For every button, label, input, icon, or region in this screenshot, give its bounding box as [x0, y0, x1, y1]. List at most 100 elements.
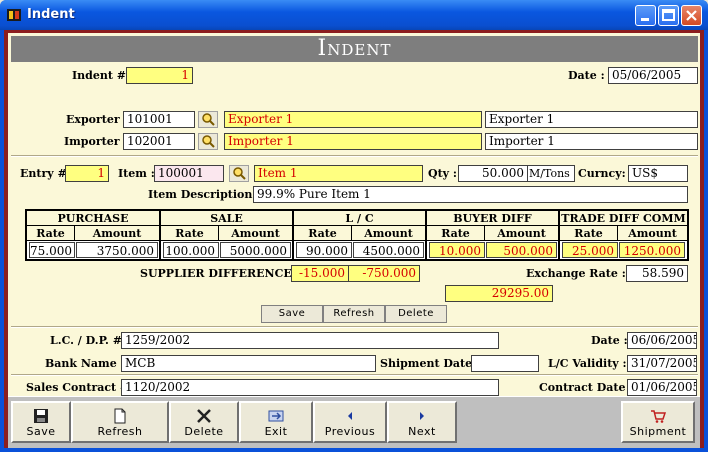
app-icon [7, 9, 21, 21]
sale-amount-header: Amount [219, 226, 292, 241]
supplier-rate-field: -15.000 [291, 265, 349, 282]
next-button[interactable]: Next [387, 401, 457, 443]
buyer-rate-field[interactable]: 10.000 [429, 242, 485, 258]
trade-rate-header: Rate [560, 226, 618, 241]
maximize-button[interactable] [658, 5, 679, 26]
trade-rate-field[interactable]: 25.000 [562, 242, 618, 258]
contract-date-field[interactable]: 01/06/2005 [627, 379, 697, 396]
qty-label: Qty : [428, 167, 457, 180]
divider [11, 155, 698, 157]
entry-delete-label: Delete [398, 308, 434, 319]
sale-amount-field[interactable]: 5000.000 [220, 242, 291, 258]
contract-date-label: Contract Date : [539, 381, 634, 394]
trade-amount-header: Amount [618, 226, 687, 241]
shipment-date-field[interactable] [471, 355, 539, 372]
close-icon [686, 10, 697, 21]
lc-dp-label: L.C. / D.P. # [50, 334, 122, 347]
importer-search-button[interactable] [198, 133, 218, 150]
minimize-icon [641, 18, 649, 21]
lc-rate-header: Rate [294, 226, 352, 241]
total-amount-field: 29295.00 [445, 285, 553, 302]
purchase-amount-header: Amount [75, 226, 159, 241]
lc-amount-field[interactable]: 4500.000 [353, 242, 424, 258]
next-label: Next [408, 425, 436, 438]
item-label: Item : [118, 167, 155, 180]
refresh-button[interactable]: Refresh [71, 401, 169, 443]
entry-save-button[interactable]: Save [261, 305, 323, 323]
arrow-right-icon [420, 412, 424, 420]
sales-contract-field[interactable]: 1120/2002 [121, 379, 499, 396]
shipment-button[interactable]: Shipment [621, 401, 695, 443]
exchange-rate-label: Exchange Rate : [526, 267, 626, 280]
lc-rate-field[interactable]: 90.000 [296, 242, 352, 258]
currency-field[interactable]: US$ [628, 165, 688, 182]
item-code-field[interactable]: 100001 [154, 165, 224, 182]
trade-amount-field[interactable]: 1250.000 [619, 242, 685, 258]
shipment-label: Shipment [629, 425, 687, 438]
floppy-disk-icon [34, 409, 48, 423]
exporter-display-field: Exporter 1 [485, 111, 698, 128]
exporter-name-field[interactable]: Exporter 1 [224, 111, 482, 128]
buyer-diff-column: BUYER DIFF Rate Amount 10.000 500.000 [427, 211, 560, 259]
lc-column: L / C Rate Amount 90.000 4500.000 [294, 211, 427, 259]
purchase-header: PURCHASE [27, 211, 159, 226]
window-title: Indent [27, 7, 75, 22]
importer-code-field[interactable]: 102001 [123, 133, 195, 150]
purchase-amount-field[interactable]: 3750.000 [76, 242, 158, 258]
delete-button[interactable]: Delete [169, 401, 239, 443]
save-button[interactable]: Save [11, 401, 71, 443]
delete-x-icon [197, 409, 211, 423]
exit-icon [268, 410, 284, 422]
lc-header: L / C [294, 211, 425, 226]
buyer-amount-field[interactable]: 500.000 [486, 242, 557, 258]
save-label: Save [26, 425, 56, 438]
exporter-code-field[interactable]: 101001 [123, 111, 195, 128]
item-search-button[interactable] [229, 165, 249, 182]
item-description-label: Item Description : [148, 188, 261, 201]
entry-refresh-button[interactable]: Refresh [323, 305, 385, 323]
importer-label: Importer : [64, 135, 128, 148]
item-description-field[interactable]: 99.9% Pure Item 1 [253, 186, 688, 203]
indent-date-field[interactable]: 05/06/2005 [608, 67, 698, 84]
buyer-amount-header: Amount [485, 226, 558, 241]
sale-header: SALE [161, 211, 292, 226]
importer-display-field: Importer 1 [485, 133, 698, 150]
item-name-field[interactable]: Item 1 [254, 165, 423, 182]
sale-column: SALE Rate Amount 100.000 5000.000 [161, 211, 294, 259]
supplier-amount-field: -750.000 [348, 265, 420, 282]
purchase-rate-field[interactable]: 75.000 [29, 242, 75, 258]
purchase-rate-header: Rate [27, 226, 75, 241]
refresh-label: Refresh [97, 425, 143, 438]
entry-refresh-label: Refresh [333, 308, 375, 319]
entry-delete-button[interactable]: Delete [385, 305, 447, 323]
search-icon [202, 135, 215, 148]
trade-diff-column: TRADE DIFF COMM Rate Amount 25.000 1250.… [560, 211, 687, 259]
close-button[interactable] [681, 5, 702, 26]
exit-button[interactable]: Exit [239, 401, 313, 443]
entry-number-field[interactable]: 1 [65, 165, 109, 182]
indent-number-field[interactable]: 1 [126, 67, 193, 84]
importer-name-field[interactable]: Importer 1 [224, 133, 482, 150]
lc-date-field[interactable]: 06/06/2005 [627, 332, 697, 349]
arrow-left-icon [348, 412, 352, 420]
lc-validity-field[interactable]: 31/07/2005 [627, 355, 697, 372]
bank-name-field[interactable]: MCB [121, 355, 376, 372]
indent-label: Indent # [72, 69, 126, 82]
bottom-toolbar: Save Refresh Delete Exit Previous Next S… [8, 396, 700, 448]
sale-rate-field[interactable]: 100.000 [163, 242, 219, 258]
minimize-button[interactable] [635, 5, 656, 26]
exporter-search-button[interactable] [198, 111, 218, 128]
buyer-rate-header: Rate [427, 226, 485, 241]
unit-field[interactable]: M/Tons [527, 165, 575, 182]
exit-label: Exit [264, 425, 288, 438]
buyer-diff-header: BUYER DIFF [427, 211, 558, 226]
exchange-rate-field[interactable]: 58.590 [626, 265, 688, 282]
shipment-date-label: Shipment Date : [380, 357, 480, 370]
divider [11, 326, 698, 328]
window: Indent Indent Indent # 1 Date : 05/06/20… [0, 0, 708, 452]
previous-button[interactable]: Previous [313, 401, 387, 443]
lc-dp-field[interactable]: 1259/2002 [121, 332, 499, 349]
date-label: Date : [568, 69, 605, 82]
qty-field[interactable]: 50.000 [458, 165, 528, 182]
entry-save-label: Save [278, 308, 306, 319]
